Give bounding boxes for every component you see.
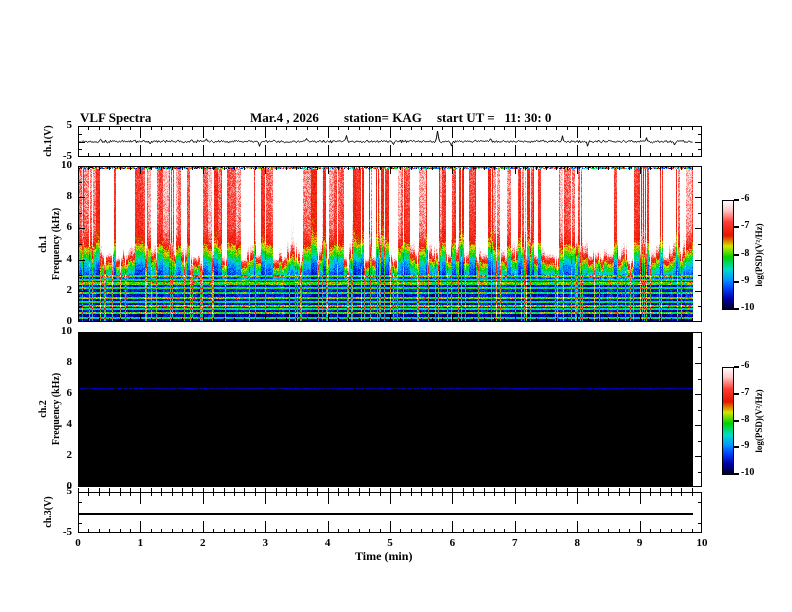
colorbar-tick bbox=[734, 473, 739, 475]
date-label: Mar.4 , 2026 bbox=[250, 110, 319, 125]
ch2_spec-ytick-label: 10 bbox=[61, 325, 72, 337]
time-axis-label: Time (min) bbox=[355, 549, 413, 563]
x-tick-label: 0 bbox=[75, 537, 81, 549]
colorbar-tick-label: -8 bbox=[741, 248, 750, 259]
colorbar-tick-label: -7 bbox=[741, 220, 750, 231]
ch1_spec-ytick-label: 10 bbox=[61, 159, 72, 171]
colorbar-tick-label: -9 bbox=[741, 275, 750, 286]
colorbar-tick bbox=[734, 308, 739, 310]
ch1_spec-ytick-label: 4 bbox=[66, 252, 73, 265]
colorbar-tick bbox=[734, 446, 739, 448]
ch1-waveform-panel bbox=[78, 126, 702, 157]
colorbar-ch1 bbox=[722, 200, 734, 310]
vlf-spectra-page: { "chart_data": { "type": "heatmap", "ti… bbox=[0, 0, 792, 612]
x-tick-label: 9 bbox=[636, 537, 643, 549]
colorbar-tick bbox=[734, 366, 739, 368]
ch2_spec-ytick-label: 0 bbox=[66, 480, 73, 492]
ch1-waveform-panel-canvas bbox=[78, 126, 702, 157]
ch2_spec-ytick-label: 4 bbox=[66, 418, 73, 430]
colorbar-tick bbox=[734, 254, 739, 256]
ch1_spec-ytick-label: 8 bbox=[66, 190, 73, 203]
colorbar-tick bbox=[734, 420, 739, 422]
x-tick-label: 2 bbox=[200, 537, 206, 549]
ch1-spectrogram-panel-canvas bbox=[78, 166, 702, 322]
ch3-waveform-panel bbox=[78, 492, 702, 533]
ch1-spectrogram-panel bbox=[78, 166, 702, 322]
colorbar-tick-label: -9 bbox=[741, 440, 750, 451]
ch2-spectrogram-panel bbox=[78, 332, 702, 487]
x-tick-label: 7 bbox=[512, 537, 518, 549]
x-tick-label: 4 bbox=[324, 537, 331, 549]
x-tick-label: 1 bbox=[137, 537, 144, 549]
colorbar-tick bbox=[734, 393, 739, 395]
colorbar-ch1-canvas bbox=[722, 200, 734, 310]
ch2-spectrogram-panel-canvas bbox=[78, 332, 702, 487]
colorbar-tick-label: -7 bbox=[741, 387, 750, 398]
station-label: station= KAG bbox=[344, 110, 422, 125]
x-tick-label: 8 bbox=[574, 537, 580, 549]
ch1_spec-ytick-label: 6 bbox=[66, 221, 73, 234]
x-tick-label: 6 bbox=[449, 537, 456, 549]
colorbar-tick-label: -6 bbox=[741, 360, 750, 371]
colorbar-tick-label: -10 bbox=[741, 302, 755, 313]
colorbar-tick bbox=[734, 199, 739, 201]
colorbar-tick-label: -6 bbox=[741, 193, 750, 204]
ch2_spec-ytick-label: 6 bbox=[66, 387, 73, 399]
colorbar-ch1-unit-label: log(PSD)(V²/Hz) bbox=[754, 223, 764, 287]
plot-title: VLF Spectra bbox=[80, 110, 152, 125]
colorbar-ch2 bbox=[722, 367, 734, 475]
ch3-waveform-panel-canvas bbox=[78, 492, 702, 533]
ch1_wave-ymax-label: 5 bbox=[66, 119, 73, 131]
colorbar-tick bbox=[734, 281, 739, 283]
ch2_spec-ytick-label: 2 bbox=[66, 449, 73, 461]
ch2_spec-ytick-label: 8 bbox=[66, 356, 73, 368]
ch1_spec-ytick-label: 2 bbox=[66, 283, 73, 296]
colorbar-tick-label: -8 bbox=[741, 414, 750, 425]
x-tick-label: 10 bbox=[696, 537, 708, 549]
colorbar-ch2-canvas bbox=[722, 367, 734, 475]
colorbar-tick-label: -10 bbox=[741, 467, 755, 478]
x-tick-label: 5 bbox=[387, 537, 393, 549]
x-tick-label: 3 bbox=[262, 537, 268, 549]
colorbar-tick bbox=[734, 226, 739, 228]
start-ut-label: start UT = 11: 30: 0 bbox=[437, 110, 552, 125]
colorbar-ch2-unit-label: log(PSD)(V²/Hz) bbox=[754, 389, 764, 453]
